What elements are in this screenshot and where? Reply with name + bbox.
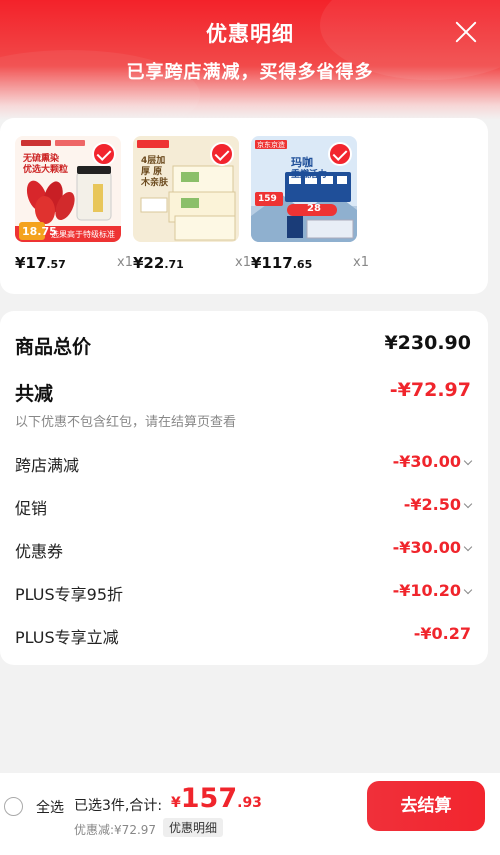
selected-check-icon[interactable] [328,142,352,166]
selected-check-icon[interactable] [92,142,116,166]
total-price-label: 商品总价 [15,336,92,358]
discount-value: -¥30.00 [393,452,473,471]
discount-value: -¥10.20 [393,581,473,600]
price-summary: 商品总价 ¥230.90 共减 -¥72.97 以下优惠不包含红包，请在结算页查… [0,311,488,665]
product-image[interactable]: 京东京造 玛咖 重燃活力 159 28 [251,136,357,242]
product-thumb-text: 无硫熏染 优选大颗粒 [23,154,69,175]
close-icon[interactable] [454,20,478,44]
chevron-down-icon[interactable] [463,456,473,466]
sheet-subtitle: 已享跨店满减，买得多省得多 [126,62,374,83]
chevron-down-icon[interactable] [463,585,473,595]
product-list: 无硫熏染 优选大颗粒 18.75 选果高于特级标准 ¥17.57 x1 4层加厚… [0,118,488,294]
sheet-header: 优惠明细 已享跨店满减，买得多省得多 [0,0,500,120]
discount-summary-text: 优惠减:¥72.97 [74,823,157,837]
product-quantity: x1 [117,255,133,270]
chevron-down-icon[interactable] [463,542,473,552]
product-quantity: x1 [353,255,369,270]
discount-detail-link[interactable]: 优惠明细 [163,818,224,837]
product-thumb-text: 4层加厚 原木亲肤 [141,156,169,188]
product-thumb-badge: 京东京造 [257,141,285,149]
discount-total-label: 共减 [15,383,54,405]
product-item[interactable]: 京东京造 玛咖 重燃活力 159 28 ¥117.65 x1 [251,136,369,278]
selected-count-text: 已选3件,合计: [74,798,163,814]
product-price: ¥22.71 [133,254,184,272]
discount-value: -¥30.00 [393,538,473,557]
tissue-packs-image [168,165,236,241]
discount-label: PLUS专享立减 [15,628,119,647]
discount-label: 跨店满减 [15,456,80,475]
product-price: ¥17.57 [15,254,66,272]
product-image[interactable]: 4层加厚 原木亲肤 [133,136,239,242]
select-all-label[interactable]: 全选 [36,797,64,817]
sheet-title: 优惠明细 [206,22,294,46]
product-item[interactable]: 4层加厚 原木亲肤 ¥22.71 x1 [133,136,251,278]
checkout-bar: 全选 已选3件,合计: ¥157.93 优惠减:¥72.97 优惠明细 去结算 [0,773,500,855]
selected-check-icon[interactable] [210,142,234,166]
product-image[interactable]: 无硫熏染 优选大颗粒 18.75 选果高于特级标准 [15,136,121,242]
product-thumb-price: 159 [258,194,277,204]
discount-label: PLUS专享95折 [15,585,123,604]
select-all-radio[interactable] [4,797,23,816]
product-price: ¥117.65 [251,254,313,272]
product-thumb-caption: 选果高于特级标准 [51,230,115,239]
product-thumb-promo: 28 [307,203,321,214]
discount-detail-sheet: 优惠明细 已享跨店满减，买得多省得多 无硫熏染 优选大颗粒 18.75 选果高于… [0,0,500,855]
discount-label: 促销 [15,499,48,518]
product-quantity: x1 [235,255,251,270]
checkout-total: ¥157.93 [171,783,262,814]
discount-note: 以下优惠不包含红包，请在结算页查看 [15,415,237,430]
discount-label: 优惠券 [15,542,64,561]
checkout-button[interactable]: 去结算 [367,781,485,831]
discount-value: -¥2.50 [404,495,473,514]
product-item[interactable]: 无硫熏染 优选大颗粒 18.75 选果高于特级标准 ¥17.57 x1 [15,136,133,278]
product-thumb-text: 重燃活力 [291,170,328,180]
discount-total-value: -¥72.97 [389,379,471,401]
discount-value: -¥0.27 [413,624,471,643]
chevron-down-icon[interactable] [463,499,473,509]
total-price-value: ¥230.90 [384,332,471,354]
